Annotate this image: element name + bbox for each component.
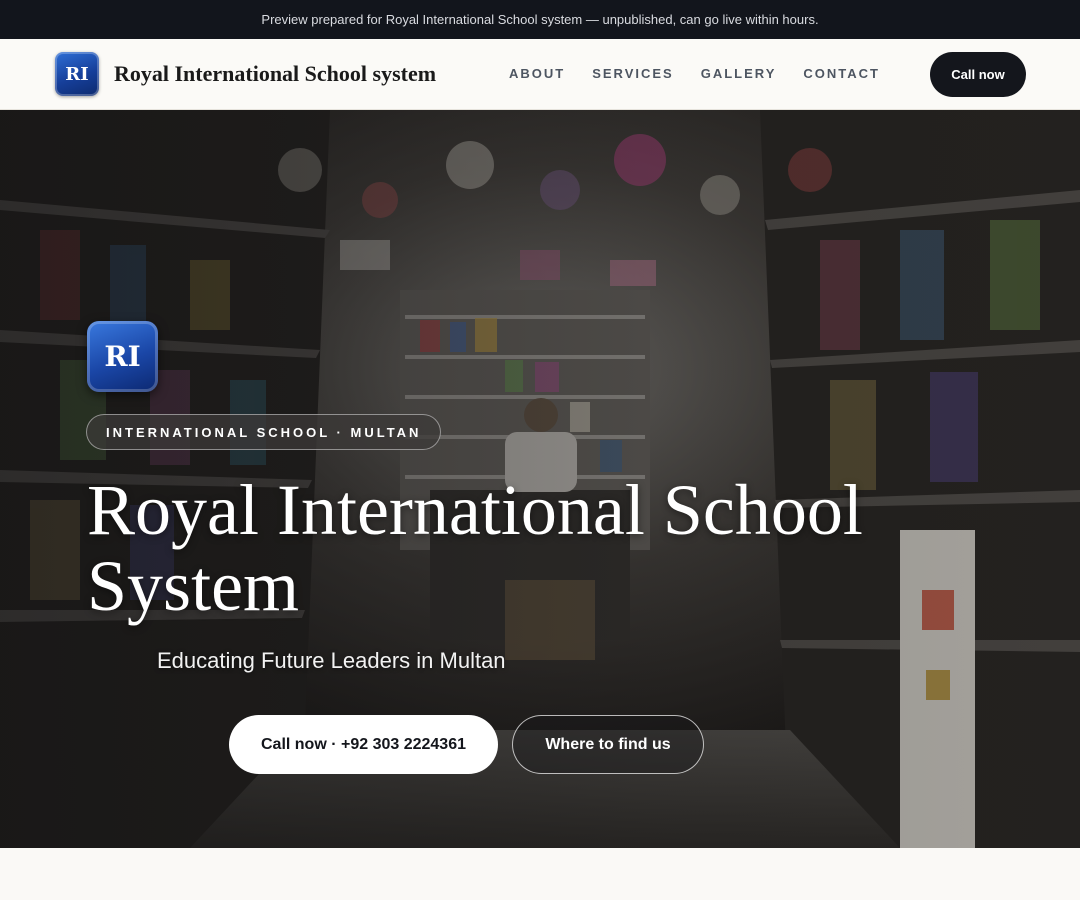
hero-title: Royal International School System (87, 470, 863, 626)
next-section-edge (0, 848, 1080, 900)
nav-services[interactable]: SERVICES (592, 66, 674, 81)
nav-gallery[interactable]: GALLERY (701, 66, 777, 81)
header-call-now-button[interactable]: Call now (930, 52, 1026, 97)
where-to-find-us-button[interactable]: Where to find us (512, 715, 704, 774)
nav-about[interactable]: ABOUT (509, 66, 565, 81)
brand-logo[interactable]: RI (55, 52, 99, 96)
main-nav: ABOUT SERVICES GALLERY CONTACT (509, 66, 880, 81)
hero-logo: RI (87, 321, 158, 392)
call-now-phone-button[interactable]: Call now · +92 303 2224361 (229, 715, 498, 774)
preview-banner: Preview prepared for Royal International… (0, 0, 1080, 39)
hero-subtitle: Educating Future Leaders in Multan (157, 648, 506, 673)
site-header: RI Royal International School system ABO… (0, 39, 1080, 110)
brand-name[interactable]: Royal International School system (114, 61, 436, 87)
preview-banner-text: Preview prepared for Royal International… (261, 12, 819, 27)
nav-contact[interactable]: CONTACT (803, 66, 880, 81)
hero-tag-badge: INTERNATIONAL SCHOOL · MULTAN (86, 414, 442, 450)
hero-section: RI INTERNATIONAL SCHOOL · MULTAN Royal I… (0, 110, 1080, 848)
